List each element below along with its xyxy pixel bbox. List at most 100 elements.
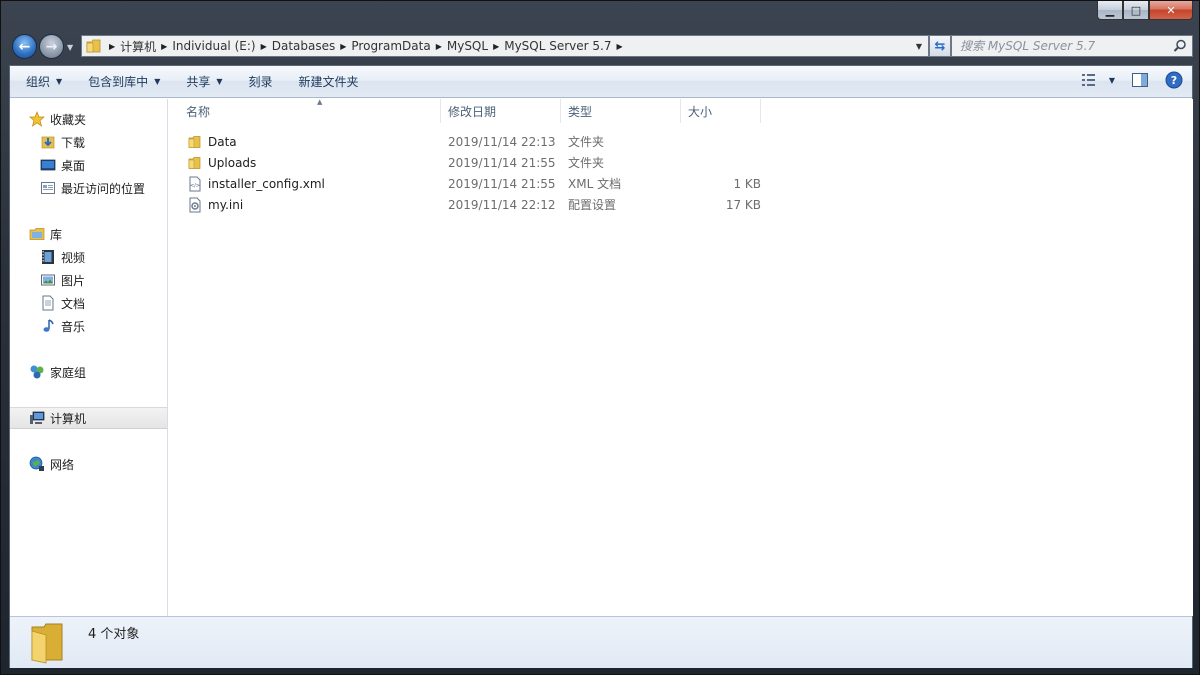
- breadcrumb-computer[interactable]: 计算机: [120, 38, 156, 55]
- column-header-size-label: 大小: [688, 104, 713, 119]
- nav-homegroup-label: 家庭组: [50, 365, 87, 380]
- file-list: 名称 ▲ 修改日期 类型 大小 Data 2019/11/14 22:13 文件…: [169, 98, 1193, 616]
- refresh-button[interactable]: ⇆: [929, 35, 951, 57]
- nav-music[interactable]: 音乐: [10, 315, 167, 337]
- xml-file-icon: </>: [187, 176, 203, 192]
- file-name-cell: Data: [187, 131, 237, 152]
- chevron-down-icon: ▼: [56, 77, 63, 86]
- breadcrumb-programdata[interactable]: ProgramData: [351, 39, 430, 53]
- file-row[interactable]: </> installer_config.xml 2019/11/14 21:5…: [179, 173, 761, 194]
- address-bar[interactable]: ▶ 计算机 ▶ Individual (E:) ▶ Databases ▶ Pr…: [81, 35, 929, 57]
- breadcrumb-separator-icon[interactable]: ▶: [431, 42, 447, 51]
- breadcrumb-separator-icon[interactable]: ▶: [256, 42, 272, 51]
- details-pane: 4 个对象: [10, 616, 1192, 668]
- search-input[interactable]: [960, 39, 1160, 53]
- minimize-icon: ▁: [1105, 3, 1115, 17]
- file-date: 2019/11/14 21:55: [448, 176, 556, 191]
- organize-menu[interactable]: 组织 ▼: [16, 70, 72, 94]
- breadcrumb-separator-icon[interactable]: ▶: [156, 42, 172, 51]
- help-button[interactable]: ?: [1164, 70, 1184, 90]
- nav-desktop-label: 桌面: [61, 158, 86, 173]
- file-name: installer_config.xml: [208, 176, 325, 191]
- nav-pictures-label: 图片: [61, 273, 86, 288]
- file-row[interactable]: Uploads 2019/11/14 21:55 文件夹: [179, 152, 759, 173]
- file-name: my.ini: [208, 197, 244, 212]
- view-options-button[interactable]: ▼: [1080, 70, 1116, 90]
- close-button[interactable]: ✕: [1149, 1, 1193, 20]
- column-header-name-label: 名称: [186, 104, 211, 119]
- nav-desktop[interactable]: 桌面: [10, 154, 167, 176]
- sort-ascending-icon: ▲: [317, 98, 323, 106]
- breadcrumb-mysql[interactable]: MySQL: [447, 39, 488, 53]
- downloads-icon: [40, 134, 56, 150]
- nav-network[interactable]: 网络: [10, 453, 167, 475]
- item-count-text: 4 个对象: [88, 627, 140, 642]
- folder-icon: [31, 623, 63, 664]
- forward-button[interactable]: →: [39, 34, 64, 59]
- search-box[interactable]: [951, 35, 1193, 57]
- file-row[interactable]: my.ini 2019/11/14 22:12 配置设置 17 KB: [179, 194, 761, 215]
- breadcrumb-separator-icon[interactable]: ▶: [335, 42, 351, 51]
- nav-computer[interactable]: 计算机: [10, 407, 167, 429]
- recent-pages-dropdown[interactable]: ▼: [67, 43, 73, 52]
- search-icon[interactable]: [1173, 39, 1187, 53]
- breadcrumb-databases[interactable]: Databases: [272, 39, 336, 53]
- new-folder-label: 新建文件夹: [298, 75, 359, 89]
- back-button[interactable]: ←: [12, 34, 37, 59]
- nav-pictures[interactable]: 图片: [10, 269, 167, 291]
- breadcrumb-mysql-server[interactable]: MySQL Server 5.7: [504, 39, 611, 53]
- nav-favorites-label: 收藏夹: [50, 112, 87, 127]
- share-menu[interactable]: 共享 ▼: [176, 70, 232, 94]
- file-row[interactable]: Data 2019/11/14 22:13 文件夹: [179, 131, 759, 152]
- breadcrumb-separator-icon[interactable]: ▶: [488, 42, 504, 51]
- nav-downloads-label: 下载: [61, 135, 86, 150]
- nav-libraries[interactable]: 库: [10, 223, 167, 245]
- nav-favorites[interactable]: 收藏夹: [10, 108, 167, 130]
- file-date: 2019/11/14 21:55: [448, 155, 556, 170]
- desktop-icon: [40, 157, 56, 173]
- breadcrumb-separator-icon[interactable]: ▶: [104, 42, 120, 51]
- preview-pane-button[interactable]: [1130, 70, 1150, 90]
- share-label: 共享: [186, 75, 211, 89]
- breadcrumb-separator-icon[interactable]: ▶: [612, 42, 628, 51]
- chevron-down-icon: ▼: [915, 41, 923, 51]
- file-type: XML 文档: [568, 177, 622, 191]
- close-icon: ✕: [1166, 3, 1176, 17]
- nav-videos[interactable]: 视频: [10, 246, 167, 268]
- file-size: 1 KB: [733, 176, 761, 191]
- nav-computer-label: 计算机: [50, 411, 87, 426]
- nav-downloads[interactable]: 下载: [10, 131, 167, 153]
- file-size: [688, 152, 761, 173]
- client-area: 组织 ▼ 包含到库中 ▼ 共享 ▼ 刻录 新建文件夹 ▼ ? 收藏夹 下载 桌面…: [9, 65, 1193, 668]
- address-history-dropdown[interactable]: ▼: [910, 36, 928, 56]
- file-type: 文件夹: [568, 156, 605, 170]
- nav-recent-places[interactable]: 最近访问的位置: [10, 177, 167, 199]
- ini-file-icon: [187, 197, 203, 213]
- minimize-button[interactable]: ▁: [1097, 1, 1123, 20]
- nav-network-label: 网络: [50, 457, 75, 472]
- chevron-down-icon: ▼: [154, 77, 161, 86]
- nav-documents-label: 文档: [61, 296, 86, 311]
- chevron-down-icon: ▼: [1108, 75, 1116, 85]
- navigation-pane: 收藏夹 下载 桌面 最近访问的位置 库 视频 图片 文档 音乐 家庭组 计算机 …: [10, 99, 168, 616]
- maximize-icon: □: [1130, 3, 1142, 17]
- burn-button[interactable]: 刻录: [239, 70, 283, 94]
- maximize-button[interactable]: □: [1123, 1, 1149, 20]
- recent-places-icon: [40, 180, 56, 196]
- library-icon: [29, 226, 45, 242]
- column-header-size[interactable]: 大小: [681, 99, 761, 123]
- explorer-window: ▁ □ ✕ ← → ▼ ▶ 计算机 ▶ Individual (E:) ▶ Da…: [0, 0, 1200, 675]
- breadcrumb-drive[interactable]: Individual (E:): [172, 39, 255, 53]
- nav-documents[interactable]: 文档: [10, 292, 167, 314]
- include-in-library-menu[interactable]: 包含到库中 ▼: [78, 70, 170, 94]
- nav-music-label: 音乐: [61, 319, 86, 334]
- folder-icon: [86, 39, 101, 53]
- column-header-name[interactable]: 名称 ▲: [179, 98, 441, 123]
- caption-controls: ▁ □ ✕: [1097, 1, 1193, 21]
- nav-homegroup[interactable]: 家庭组: [10, 361, 167, 383]
- column-header-date[interactable]: 修改日期: [441, 99, 561, 123]
- view-details-icon: [1081, 74, 1095, 86]
- nav-recent-places-label: 最近访问的位置: [61, 181, 146, 196]
- column-header-type[interactable]: 类型: [561, 99, 681, 123]
- new-folder-button[interactable]: 新建文件夹: [289, 70, 369, 94]
